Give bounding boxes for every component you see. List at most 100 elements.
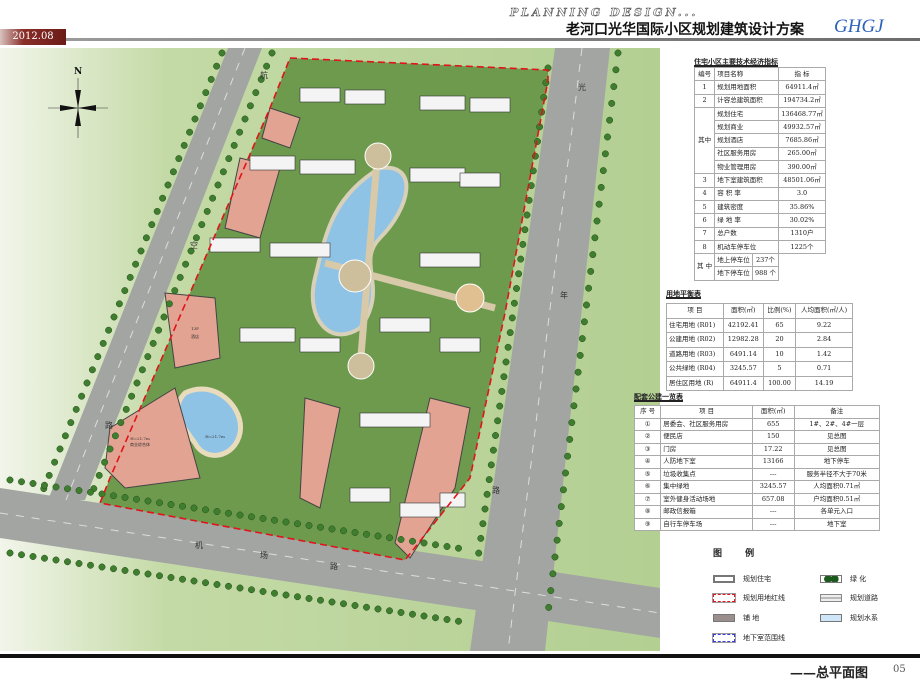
tree	[523, 211, 531, 219]
table-cell: 9.22	[795, 317, 853, 333]
english-title: PLANNING DESIGN...	[510, 6, 699, 20]
tree	[126, 273, 134, 281]
tree	[52, 483, 60, 491]
table-cell: ⑥	[633, 480, 662, 494]
legend-item: 规划水系	[820, 613, 878, 623]
tree	[564, 452, 572, 460]
table-cell: 居委会、社区服务用房	[660, 417, 753, 431]
table-cell: 住宅用地 (R01)	[666, 317, 724, 333]
tree	[75, 560, 83, 567]
tree	[67, 419, 75, 427]
tree	[305, 595, 313, 602]
tree	[496, 402, 504, 410]
table-cell: 道路用地 (R03)	[666, 346, 724, 362]
road-label: 场	[260, 551, 268, 560]
tree	[612, 66, 620, 74]
tree	[294, 520, 301, 528]
tree	[236, 584, 244, 592]
tree	[443, 616, 451, 623]
legend-item: 地下室范围线	[712, 633, 785, 643]
tree	[159, 194, 167, 202]
table-cell: 绿 地 率	[714, 213, 780, 228]
residential-building	[344, 89, 386, 105]
tree	[604, 133, 611, 141]
footer-title: ——总平面图	[790, 666, 869, 681]
table-row: ⑨ 自行车停车场 --- 地下室	[633, 517, 881, 531]
table-cell: 6	[693, 213, 716, 228]
tree	[574, 368, 582, 376]
residential-building	[459, 172, 501, 188]
table-cell: 17.22	[751, 442, 795, 456]
basement-line-icon	[712, 633, 736, 643]
plaza	[364, 142, 392, 170]
tree	[328, 525, 336, 533]
footer-divider	[0, 654, 920, 658]
table-cell: 规划酒店	[714, 133, 780, 148]
tree	[510, 299, 518, 307]
tree	[479, 520, 487, 528]
table-cell: 见总图	[793, 430, 881, 444]
tree	[236, 128, 244, 136]
table-row: 公共绿地 (R04) 3245.57 5 0.71	[666, 361, 853, 377]
tree	[553, 536, 561, 544]
table-row: 4容 积 率 3.0	[693, 186, 826, 201]
tree	[133, 495, 140, 503]
tree	[386, 607, 393, 615]
table-cell: 规划用地面积	[714, 80, 780, 95]
tree	[248, 513, 255, 521]
tree	[225, 509, 232, 517]
tree	[219, 168, 227, 176]
tree	[190, 577, 198, 585]
legend-label: 规划道路	[850, 594, 878, 602]
table-cell: 其 中	[693, 253, 716, 281]
table-cell: 垃圾收集点	[660, 467, 753, 481]
tree	[87, 488, 94, 496]
table-row: ⑧ 邮政信报箱 --- 各单元入口	[633, 505, 881, 519]
tree	[568, 419, 576, 427]
table-cell: 390.00㎡	[778, 160, 826, 175]
table-row: 2 计容总建筑面积 194734.2㎡	[693, 93, 826, 108]
table-cell: 7685.86㎡	[778, 133, 826, 148]
tree	[595, 200, 603, 208]
legend-item: 绿 化	[820, 574, 866, 584]
tree	[137, 247, 145, 255]
table-cell: 服务半径不大于70米	[793, 467, 881, 481]
pond-label: H=21.7m	[205, 434, 225, 439]
tree	[294, 593, 301, 601]
tree	[504, 343, 512, 351]
table-cell: 面积(㎡)	[722, 303, 764, 319]
tree	[198, 221, 206, 229]
tree	[248, 586, 255, 594]
tree	[101, 458, 109, 466]
table-cell: 3245.57	[722, 361, 764, 377]
tree	[122, 405, 130, 413]
tree	[374, 605, 382, 613]
tree	[351, 602, 359, 609]
tree	[121, 494, 129, 501]
table-row: ① 居委会、社区服务用房 655 1#、2#、4#一层	[633, 417, 881, 431]
tree	[110, 492, 117, 500]
tree	[351, 529, 359, 536]
residential-building	[399, 502, 441, 518]
table-cell: 988 个	[751, 266, 780, 281]
residential-building	[379, 317, 431, 333]
table-cell: 2	[693, 93, 716, 108]
tree	[115, 300, 123, 308]
legend-label: 规划住宅	[743, 575, 771, 583]
tree	[599, 167, 607, 175]
brand-logo: GHGJ	[834, 16, 884, 37]
tree	[202, 89, 210, 97]
table-cell: 237个	[751, 253, 780, 268]
table-cell: 2.84	[795, 332, 853, 348]
indicators-title: 住宅小区主要技术经济指标	[694, 57, 778, 66]
residential-building	[249, 155, 296, 171]
tree	[268, 49, 276, 57]
tree	[182, 260, 190, 268]
tree	[547, 587, 555, 595]
table-cell: 4	[693, 186, 716, 201]
table-cell: 265.00㎡	[778, 146, 826, 162]
tree	[517, 255, 525, 263]
tree	[593, 217, 601, 225]
residential-building	[269, 242, 331, 258]
legend-label: 规划水系	[850, 614, 878, 622]
